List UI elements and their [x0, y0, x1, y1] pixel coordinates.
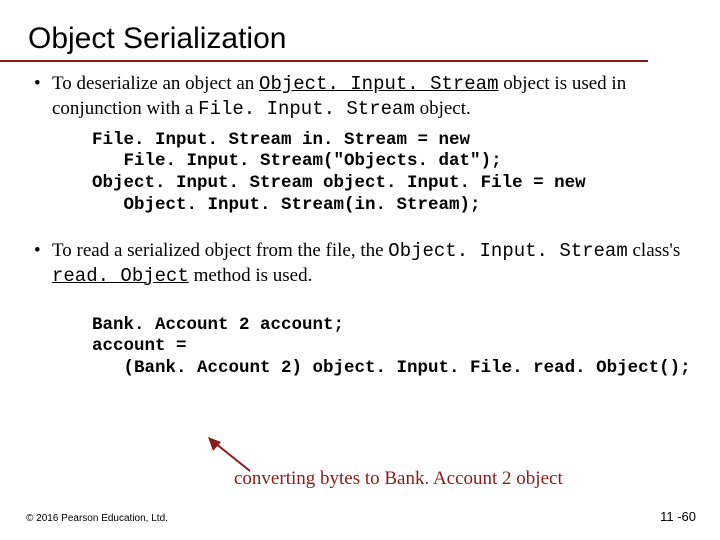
bullet-2-text: To read a serialized object from the fil…: [52, 239, 686, 289]
bullet-2-code1: Object. Input. Stream: [388, 240, 627, 262]
bullet-1-code1: Object. Input. Stream: [259, 73, 498, 95]
bullet-2: • To read a serialized object from the f…: [34, 239, 686, 289]
bullet-2-post: method is used.: [189, 265, 313, 286]
bullet-1-text: To deserialize an object an Object. Inpu…: [52, 72, 686, 122]
content-area: • To deserialize an object an Object. In…: [0, 72, 720, 388]
code-block-2: Bank. Account 2 account; account = (Bank…: [34, 307, 686, 389]
bullet-dot: •: [34, 72, 52, 122]
arrow-caption: converting bytes to Bank. Account 2 obje…: [234, 468, 563, 490]
bullet-1: • To deserialize an object an Object. In…: [34, 72, 686, 122]
bullet-1-pre: To deserialize an object an: [52, 73, 259, 94]
code-block-1: File. Input. Stream in. Stream = new Fil…: [34, 122, 686, 226]
bullet-dot: •: [34, 239, 52, 289]
bullet-1-code2: File. Input. Stream: [198, 98, 415, 120]
slide-title: Object Serialization: [0, 0, 648, 62]
copyright-footer: © 2016 Pearson Education, Ltd.: [26, 513, 168, 524]
bullet-2-code2: read. Object: [52, 265, 189, 287]
bullet-2-mid: class's: [628, 240, 681, 261]
slide-number: 11 -60: [660, 509, 696, 524]
bullet-1-post: object.: [415, 98, 471, 119]
bullet-2-pre: To read a serialized object from the fil…: [52, 240, 388, 261]
